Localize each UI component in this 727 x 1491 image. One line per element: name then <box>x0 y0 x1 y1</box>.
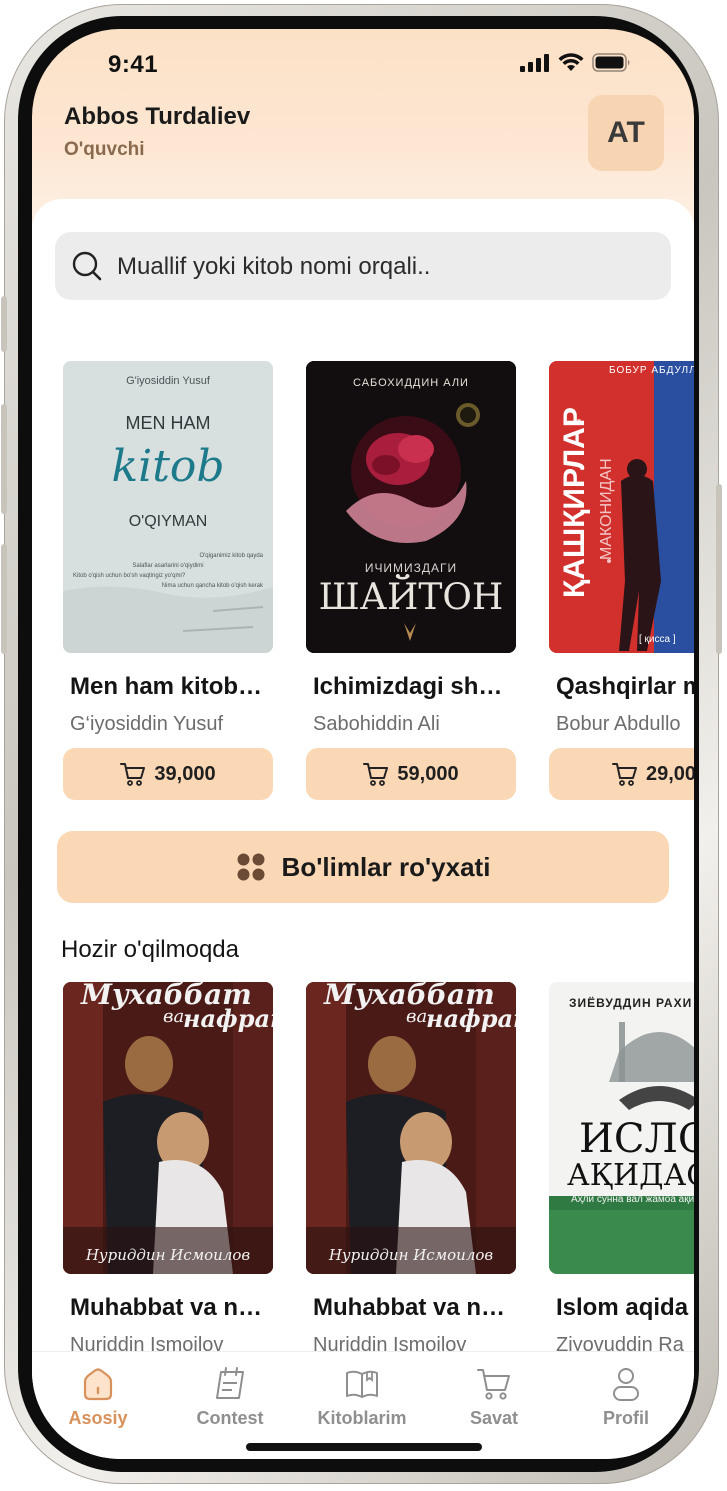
cover-title-big: ШАЙТОН <box>318 577 504 618</box>
categories-label: Bo'limlar ro'yxati <box>281 851 491 882</box>
price-button[interactable]: 39,000 <box>63 748 273 800</box>
tab-profil[interactable]: Profil <box>560 1366 692 1429</box>
book-title[interactable]: Ichimizdagi sh… <box>306 673 518 701</box>
cover-title-script: kitob <box>111 441 225 492</box>
search-input[interactable] <box>115 232 659 302</box>
book-cover[interactable]: САБОХИДДИН АЛИ ИЧИМИЗДАГИ ШАЙТОН <box>306 361 516 653</box>
cover-title-line1: MEN HAM <box>125 413 211 433</box>
cover-author: Нуриддин Исмоилов <box>328 1246 494 1264</box>
silent-switch <box>1 296 7 352</box>
book-author: G‘iyosiddin Yusuf <box>70 713 224 735</box>
grid-icon <box>237 853 265 881</box>
contest-icon <box>216 1367 244 1399</box>
cover-title-mid: ва <box>406 1006 428 1027</box>
book-card[interactable]: САБОХИДДИН АЛИ ИЧИМИЗДАГИ ШАЙТОН Ichimiz… <box>306 361 518 800</box>
volume-up-button <box>1 404 7 514</box>
book-cover[interactable]: Мухаббат ва нафрат Нуриддин Исмоилов <box>63 982 273 1274</box>
book-card[interactable]: G'iyosiddin Yusuf MEN HAM kitob O'QIYMAN… <box>63 361 275 800</box>
volume-down-button <box>1 544 7 654</box>
cart-icon <box>363 763 389 786</box>
cover-title-small: ИЧИМИЗДАГИ <box>364 561 458 575</box>
book-title[interactable]: Islom aqida <box>549 1294 694 1322</box>
price-button[interactable]: 29,00 <box>549 748 694 800</box>
app-screen: 9:41 Abbos Turdaliev O'quvchi AT Muallif… <box>32 29 694 1459</box>
cover-author: G'iyosiddin Yusuf <box>126 375 210 387</box>
power-button <box>716 484 722 654</box>
battery-icon <box>592 53 630 72</box>
book-title[interactable]: Qashqirlar m <box>549 673 694 701</box>
status-bar: 9:41 <box>32 29 694 99</box>
cover-genre: [ қисса ] <box>639 634 676 645</box>
tab-label: Contest <box>196 1408 264 1428</box>
price-label: 39,000 <box>154 762 216 785</box>
wifi-icon <box>558 53 584 71</box>
cover-title-vertical: ҚАШҚИРЛАР <box>558 407 591 598</box>
price-label: 29,00 <box>645 762 694 785</box>
cover-author: БОБУР АБДУЛЛОХ <box>609 365 694 376</box>
tab-label: Kitoblarim <box>317 1408 407 1428</box>
book-cover[interactable]: ЗИЁВУДДИН РАХИ ИСЛО АҚИДАС Аҳли сунна ва… <box>549 982 694 1274</box>
cover-author: ЗИЁВУДДИН РАХИ <box>569 996 693 1010</box>
main-content: G'iyosiddin Yusuf MEN HAM kitob O'QIYMAN… <box>32 199 694 1389</box>
home-icon <box>83 1368 113 1401</box>
search-bar[interactable] <box>55 232 671 302</box>
now-reading-row[interactable]: Мухаббат ва нафрат Нуриддин Исмоилов Muh… <box>32 982 694 1389</box>
user-name: Abbos Turdaliev <box>64 103 251 130</box>
book-author: Bobur Abdullo <box>556 713 681 735</box>
book-title[interactable]: Muhabbat va n… <box>306 1294 518 1322</box>
status-icons <box>520 53 632 72</box>
tab-savat[interactable]: Savat <box>428 1366 560 1429</box>
featured-books-row[interactable]: G'iyosiddin Yusuf MEN HAM kitob O'QIYMAN… <box>32 361 694 831</box>
cover-blurb: O'qiganimiz kitob qayda Salaflar asarlar… <box>73 553 263 589</box>
price-label: 59,000 <box>397 762 459 785</box>
book-cover[interactable]: Мухаббат ва нафрат Нуриддин Исмоилов <box>306 982 516 1274</box>
categories-button[interactable]: Bo'limlar ro'yxati <box>57 831 669 903</box>
profile-icon <box>613 1368 639 1401</box>
tab-contest[interactable]: Contest <box>164 1366 296 1429</box>
cover-author: САБОХИДДИН АЛИ <box>353 377 469 389</box>
cover-subtitle: МАКОНИДАН <box>598 458 615 560</box>
tab-label: Savat <box>469 1408 519 1428</box>
section-title: Hozir o'qilmoqda <box>61 936 239 963</box>
status-time: 9:41 <box>108 51 159 78</box>
book-author: Sabohiddin Ali <box>313 713 440 735</box>
tab-label: Asosiy <box>68 1408 128 1428</box>
cart-icon <box>477 1369 510 1400</box>
cover-title-bottom: нафрат <box>183 1004 273 1033</box>
tab-label: Profil <box>602 1408 649 1428</box>
book-card[interactable]: БОБУР АБДУЛЛОХ ҚАШҚИРЛАР МАКОНИДАН [ қис… <box>549 361 694 800</box>
cart-icon <box>611 763 637 786</box>
user-header: Abbos Turdaliev O'quvchi <box>64 103 250 161</box>
avatar[interactable]: AT <box>588 95 664 171</box>
cover-author: Нуриддин Исмоилов <box>85 1246 251 1264</box>
search-icon <box>72 251 102 281</box>
book-card[interactable]: Мухаббат ва нафрат Нуриддин Исмоилов Muh… <box>306 982 518 1357</box>
book-card[interactable]: Мухаббат ва нафрат Нуриддин Исмоилов Muh… <box>63 982 275 1357</box>
user-role: O'quvchi <box>64 139 145 160</box>
home-indicator[interactable] <box>246 1443 482 1451</box>
book-icon <box>346 1370 378 1398</box>
book-cover[interactable]: G'iyosiddin Yusuf MEN HAM kitob O'QIYMAN… <box>63 361 273 653</box>
cover-subtitle: Аҳли сунна вал жамоа ақи <box>571 1194 694 1205</box>
cover-title-bottom: нафрат <box>426 1004 516 1033</box>
book-cover[interactable]: БОБУР АБДУЛЛОХ ҚАШҚИРЛАР МАКОНИДАН [ қис… <box>549 361 694 653</box>
tab-asosiy[interactable]: Asosiy <box>32 1366 164 1429</box>
tab-kitoblarim[interactable]: Kitoblarim <box>296 1366 428 1429</box>
cover-title-line2: O'QIYMAN <box>128 513 208 530</box>
cover-art <box>63 361 273 653</box>
cellular-signal-icon <box>520 53 549 72</box>
cover-title-big2: АҚИДАС <box>567 1158 694 1193</box>
cover-title-big1: ИСЛО <box>579 1116 694 1162</box>
book-title[interactable]: Men ham kitob… <box>63 673 275 701</box>
book-title[interactable]: Muhabbat va n… <box>63 1294 275 1322</box>
book-card[interactable]: ЗИЁВУДДИН РАХИ ИСЛО АҚИДАС Аҳли сунна ва… <box>549 982 694 1357</box>
cover-title-mid: ва <box>163 1006 185 1027</box>
price-button[interactable]: 59,000 <box>306 748 516 800</box>
cart-icon <box>120 763 146 786</box>
